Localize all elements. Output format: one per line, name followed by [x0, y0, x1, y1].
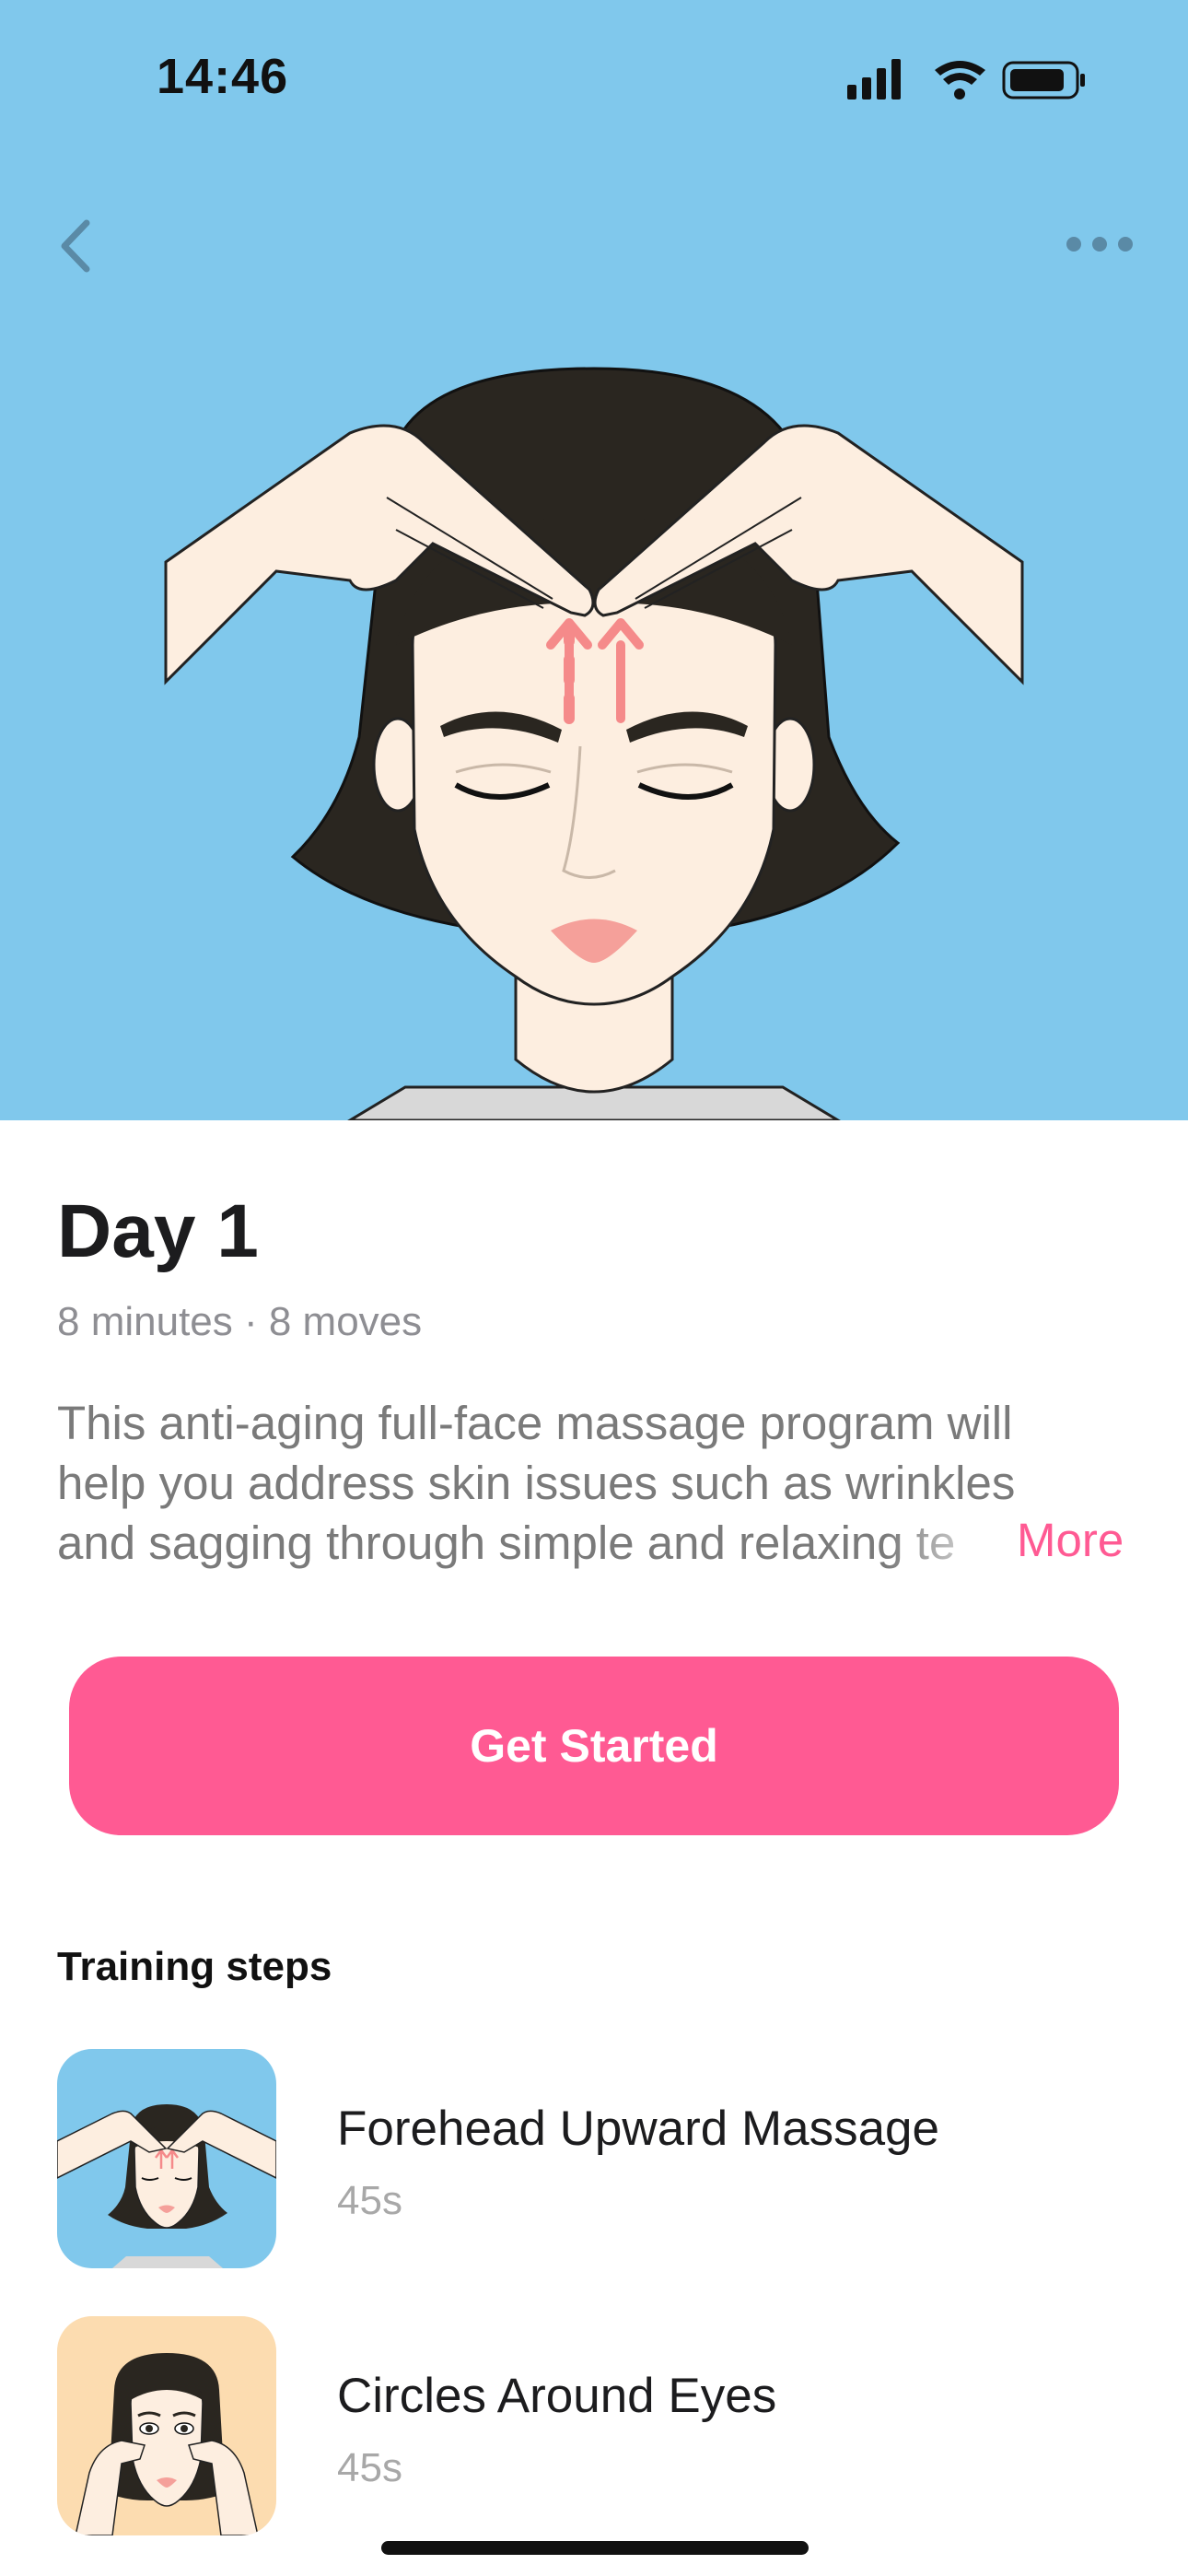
- training-steps-heading: Training steps: [57, 1944, 332, 1989]
- cellular-signal-icon: [847, 59, 901, 100]
- description-line: help you address skin issues such as wri…: [57, 1457, 1016, 1509]
- description-line: and sagging through simple and relaxing …: [57, 1513, 1015, 1573]
- wifi-icon: [935, 61, 985, 100]
- description-line: This anti-aging full-face massage progra…: [57, 1397, 1013, 1449]
- battery-icon: [1002, 61, 1085, 100]
- step-title: Circles Around Eyes: [337, 2369, 777, 2423]
- training-step[interactable]: Circles Around Eyes 45s: [57, 2316, 1125, 2537]
- home-indicator[interactable]: [381, 2541, 809, 2555]
- description-fade: [886, 1513, 1015, 1573]
- eye-circles-thumbnail: [75, 2353, 259, 2535]
- program-description: This anti-aging full-face massage progra…: [57, 1393, 1131, 1574]
- step-title: Forehead Upward Massage: [337, 2102, 940, 2156]
- forehead-massage-thumbnail: [57, 2104, 276, 2268]
- program-meta: 8 minutes · 8 moves: [57, 1299, 423, 1344]
- ellipsis-icon[interactable]: [1063, 221, 1136, 267]
- get-started-button[interactable]: Get Started: [69, 1657, 1119, 1835]
- status-icons: [847, 59, 1085, 100]
- program-title: Day 1: [57, 1189, 259, 1273]
- step-thumbnail: [57, 2316, 276, 2535]
- forehead-massage-illustration: [164, 367, 1024, 1120]
- more-link[interactable]: More: [1017, 1513, 1124, 1567]
- training-step[interactable]: Forehead Upward Massage 45s: [57, 2049, 1125, 2270]
- hero-illustration: 14:46: [0, 0, 1188, 1120]
- step-duration: 45s: [337, 2445, 402, 2490]
- status-time: 14:46: [157, 49, 289, 104]
- step-duration: 45s: [337, 2178, 402, 2223]
- description-line-text: and sagging through simple and relaxing …: [57, 1516, 956, 1569]
- chevron-left-icon[interactable]: [48, 205, 103, 287]
- step-thumbnail: [57, 2049, 276, 2268]
